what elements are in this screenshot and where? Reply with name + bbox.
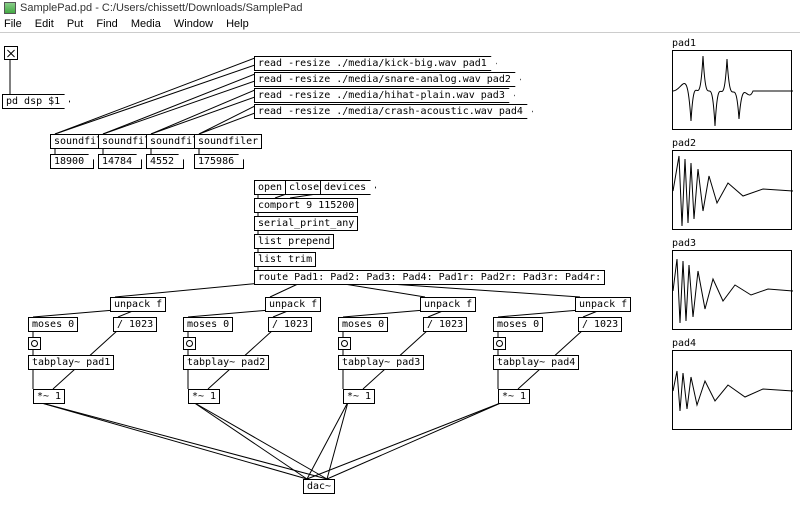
obj-soundfiler-4[interactable]: soundfiler [194,134,262,149]
array-label-2: pad2 [672,138,696,149]
obj-unpack-3[interactable]: unpack f [420,297,476,312]
menu-edit[interactable]: Edit [35,18,54,30]
bang-2[interactable] [183,337,196,350]
obj-tabplay-3[interactable]: tabplay~ pad3 [338,355,424,370]
msg-read-2[interactable]: read -resize ./media/snare-analog.wav pa… [254,72,521,87]
array-pad1[interactable] [672,50,792,130]
msg-read-4[interactable]: read -resize ./media/crash-acoustic.wav … [254,104,533,119]
num-samples-4[interactable]: 175986 [194,154,244,169]
obj-mult-4[interactable]: *~ 1 [498,389,530,404]
msg-pd-dsp[interactable]: pd dsp $1 [2,94,70,109]
menu-put[interactable]: Put [67,18,84,30]
obj-mult-2[interactable]: *~ 1 [188,389,220,404]
array-pad2[interactable] [672,150,792,230]
obj-moses-4[interactable]: moses 0 [493,317,543,332]
obj-unpack-4[interactable]: unpack f [575,297,631,312]
array-pad3[interactable] [672,250,792,330]
obj-moses-2[interactable]: moses 0 [183,317,233,332]
obj-serial-print[interactable]: serial_print_any [254,216,358,231]
obj-tabplay-1[interactable]: tabplay~ pad1 [28,355,114,370]
obj-list-prepend[interactable]: list prepend [254,234,334,249]
bang-1[interactable] [28,337,41,350]
obj-moses-1[interactable]: moses 0 [28,317,78,332]
array-label-3: pad3 [672,238,696,249]
msg-devices[interactable]: devices [320,180,376,195]
num-samples-2[interactable]: 14784 [98,154,142,169]
dsp-toggle[interactable] [4,46,18,60]
menu-bar[interactable]: File Edit Put Find Media Window Help [0,16,800,33]
obj-list-trim[interactable]: list trim [254,252,316,267]
patch-canvas[interactable]: pd dsp $1 read -resize ./media/kick-big.… [0,34,800,510]
obj-div-2[interactable]: / 1023 [268,317,312,332]
obj-div-3[interactable]: / 1023 [423,317,467,332]
msg-read-3[interactable]: read -resize ./media/hihat-plain.wav pad… [254,88,515,103]
obj-mult-3[interactable]: *~ 1 [343,389,375,404]
array-pad4[interactable] [672,350,792,430]
menu-help[interactable]: Help [226,18,249,30]
menu-window[interactable]: Window [174,18,213,30]
bang-3[interactable] [338,337,351,350]
obj-unpack-2[interactable]: unpack f [265,297,321,312]
obj-comport[interactable]: comport 9 115200 [254,198,358,213]
menu-media[interactable]: Media [131,18,161,30]
array-label-4: pad4 [672,338,696,349]
obj-div-4[interactable]: / 1023 [578,317,622,332]
obj-dac[interactable]: dac~ [303,479,335,494]
obj-tabplay-4[interactable]: tabplay~ pad4 [493,355,579,370]
obj-mult-1[interactable]: *~ 1 [33,389,65,404]
msg-read-1[interactable]: read -resize ./media/kick-big.wav pad1 [254,56,497,71]
array-label-1: pad1 [672,38,696,49]
obj-div-1[interactable]: / 1023 [113,317,157,332]
bang-4[interactable] [493,337,506,350]
obj-unpack-1[interactable]: unpack f [110,297,166,312]
pd-icon [4,2,16,14]
obj-route[interactable]: route Pad1: Pad2: Pad3: Pad4: Pad1r: Pad… [254,270,605,285]
menu-file[interactable]: File [4,18,22,30]
num-samples-1[interactable]: 18900 [50,154,94,169]
obj-moses-3[interactable]: moses 0 [338,317,388,332]
window-title: SamplePad.pd - C:/Users/chissett/Downloa… [20,2,302,14]
window-titlebar: SamplePad.pd - C:/Users/chissett/Downloa… [0,0,800,16]
num-samples-3[interactable]: 4552 [146,154,184,169]
menu-find[interactable]: Find [96,18,117,30]
obj-tabplay-2[interactable]: tabplay~ pad2 [183,355,269,370]
